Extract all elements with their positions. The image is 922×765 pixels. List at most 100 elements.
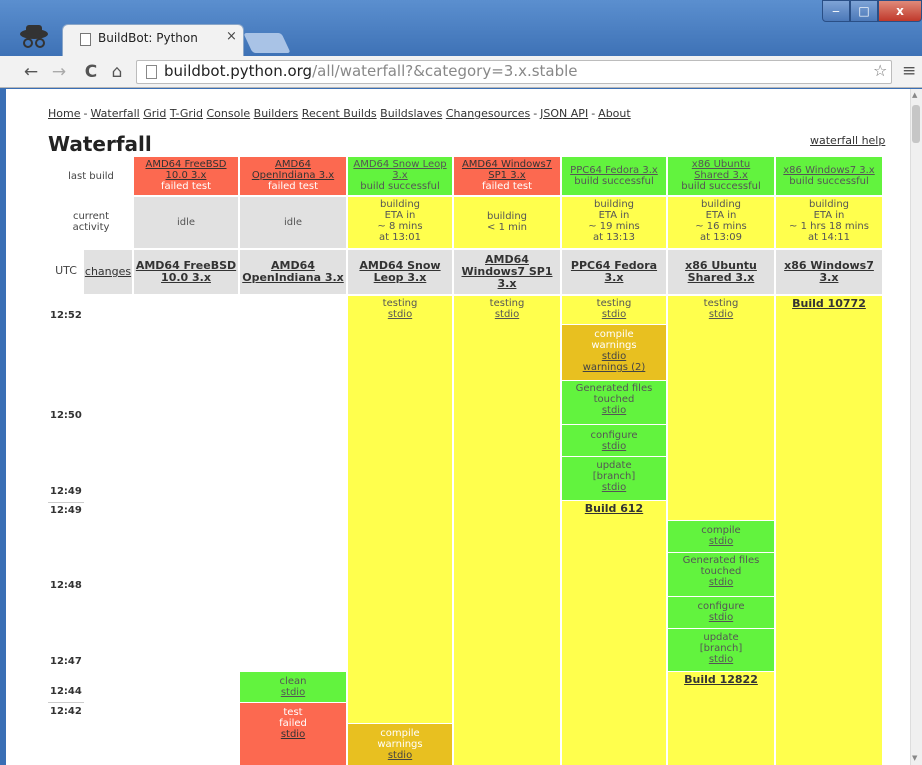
url-host: buildbot.python.org (164, 62, 313, 80)
time-label: 12:48 (50, 580, 82, 591)
nav-waterfall[interactable]: Waterfall (90, 107, 139, 120)
step-clean: clean stdio (240, 672, 346, 702)
build-link[interactable]: Build 612 (562, 503, 666, 514)
scroll-down-icon[interactable]: ▼ (912, 754, 917, 762)
tab-close-button[interactable]: × (226, 29, 237, 44)
step-configure: configure stdio (562, 425, 666, 456)
maximize-button[interactable]: □ (850, 0, 878, 22)
nav-console[interactable]: Console (206, 107, 250, 120)
home-button[interactable]: ⌂ (106, 61, 128, 83)
nav-json-api[interactable]: JSON API (540, 107, 588, 120)
build-number: Build 612 (562, 501, 666, 765)
time-label: 12:49 (50, 505, 82, 516)
url-path: /all/waterfall?&category=3.x.stable (312, 62, 578, 80)
page-title: Waterfall (48, 132, 152, 156)
last-build-x86-windows7[interactable]: x86 Windows7 3.x build successful (776, 157, 882, 195)
stdio-link[interactable]: stdio (348, 750, 452, 761)
scroll-up-icon[interactable]: ▲ (912, 91, 917, 99)
stdio-link[interactable]: stdio (348, 309, 452, 320)
divider (48, 702, 84, 703)
reload-button[interactable]: C (80, 61, 102, 83)
changes-column-header[interactable]: changes (84, 250, 132, 294)
builder-header-amd64-snow-leop[interactable]: AMD64 Snow Leop 3.x (348, 250, 452, 294)
activity-x86-ubuntu: building ETA in ~ 16 mins at 13:09 (668, 197, 774, 248)
activity-amd64-freebsd: idle (134, 197, 238, 248)
bookmark-star-icon[interactable]: ☆ (873, 61, 887, 80)
builder-header-x86-ubuntu[interactable]: x86 Ubuntu Shared 3.x (668, 250, 774, 294)
step-test-failed: test failed stdio (240, 703, 346, 765)
stdio-link[interactable]: stdio (240, 729, 346, 740)
last-build-amd64-windows7[interactable]: AMD64 Windows7 SP1 3.x failed test (454, 157, 560, 195)
utc-label: UTC (55, 264, 77, 277)
activity-amd64-snow-leop: building ETA in ~ 8 mins at 13:01 (348, 197, 452, 248)
nav-changesources[interactable]: Changesources (446, 107, 530, 120)
build-number: Build 12822 (668, 672, 774, 765)
last-build-label: last build (68, 171, 114, 182)
stdio-link[interactable]: stdio (562, 441, 666, 452)
warnings-link[interactable]: warnings (2) (562, 362, 666, 373)
incognito-icon (20, 25, 48, 48)
nav-about[interactable]: About (598, 107, 631, 120)
builder-header-amd64-windows7[interactable]: AMD64 Windows7 SP1 3.x (454, 250, 560, 294)
last-build-amd64-openindiana[interactable]: AMD64 OpenIndiana 3.x failed test (240, 157, 346, 195)
minimize-button[interactable]: ‒ (822, 0, 850, 22)
stdio-link[interactable]: stdio (668, 309, 774, 320)
url-text[interactable]: buildbot.python.org/all/waterfall?&categ… (164, 62, 578, 80)
step-generated-files: Generated files touched stdio (668, 553, 774, 596)
step-compile: compile stdio (668, 521, 774, 552)
nav-grid[interactable]: Grid (143, 107, 166, 120)
tab-title: BuildBot: Python (98, 31, 198, 45)
step-compile-warnings: compile warnings stdio warnings (2) (562, 325, 666, 380)
last-build-amd64-freebsd[interactable]: AMD64 FreeBSD 10.0 3.x failed test (134, 157, 238, 195)
nav-t-grid[interactable]: T-Grid (170, 107, 203, 120)
stdio-link[interactable]: stdio (562, 482, 666, 493)
nav-recent-builds[interactable]: Recent Builds (302, 107, 377, 120)
builder-header-x86-windows7[interactable]: x86 Windows7 3.x (776, 250, 882, 294)
scrollbar-thumb[interactable] (912, 105, 920, 143)
builder-header-amd64-freebsd[interactable]: AMD64 FreeBSD 10.0 3.x (134, 250, 238, 294)
step-update: update [branch] stdio (668, 629, 774, 671)
activity-x86-windows7: building ETA in ~ 1 hrs 18 mins at 14:11 (776, 197, 882, 248)
activity-amd64-openindiana: idle (240, 197, 346, 248)
nav-home[interactable]: Home (48, 107, 80, 120)
time-label: 12:50 (50, 410, 82, 421)
step-configure: configure stdio (668, 597, 774, 628)
stdio-link[interactable]: stdio (454, 309, 560, 320)
build-number: Build 10772 (776, 296, 882, 765)
activity-ppc64-fedora: building ETA in ~ 19 mins at 13:13 (562, 197, 666, 248)
last-build-ppc64-fedora[interactable]: PPC64 Fedora 3.x build successful (562, 157, 666, 195)
scrollbar[interactable] (910, 89, 922, 765)
stdio-link[interactable]: stdio (668, 536, 774, 547)
nav-builders[interactable]: Builders (254, 107, 299, 120)
stdio-link[interactable]: stdio (562, 309, 666, 320)
last-build-x86-ubuntu[interactable]: x86 Ubuntu Shared 3.x build successful (668, 157, 774, 195)
current-activity-label: current activity (72, 211, 110, 233)
time-label: 12:52 (50, 310, 82, 321)
close-window-button[interactable]: x (878, 0, 922, 22)
stdio-link[interactable]: stdio (668, 577, 774, 588)
stdio-link[interactable]: stdio (668, 654, 774, 665)
last-build-amd64-snow-leop[interactable]: AMD64 Snow Leop 3.x build successful (348, 157, 452, 195)
step-testing: testing stdio (668, 296, 774, 520)
stdio-link[interactable]: stdio (240, 687, 346, 698)
page-icon (80, 33, 91, 46)
page-icon (146, 65, 157, 79)
time-label: 12:49 (50, 486, 82, 497)
forward-button[interactable]: → (48, 61, 70, 83)
time-label: 12:47 (50, 656, 82, 667)
stdio-link[interactable]: stdio (562, 405, 666, 416)
stdio-link[interactable]: stdio (562, 351, 666, 362)
menu-icon[interactable]: ≡ (902, 61, 916, 81)
builder-header-ppc64-fedora[interactable]: PPC64 Fedora 3.x (562, 250, 666, 294)
build-link[interactable]: Build 12822 (668, 674, 774, 685)
waterfall-help-link[interactable]: waterfall help (810, 134, 885, 147)
build-link[interactable]: Build 10772 (776, 298, 882, 309)
back-button[interactable]: ← (20, 61, 42, 83)
builder-header-amd64-openindiana[interactable]: AMD64 OpenIndiana 3.x (240, 250, 346, 294)
divider (48, 502, 84, 503)
stdio-link[interactable]: stdio (668, 612, 774, 623)
nav-buildslaves[interactable]: Buildslaves (380, 107, 442, 120)
step-testing: testing stdio (562, 296, 666, 324)
step-update: update [branch] stdio (562, 457, 666, 500)
step-testing: testing stdio (348, 296, 452, 723)
